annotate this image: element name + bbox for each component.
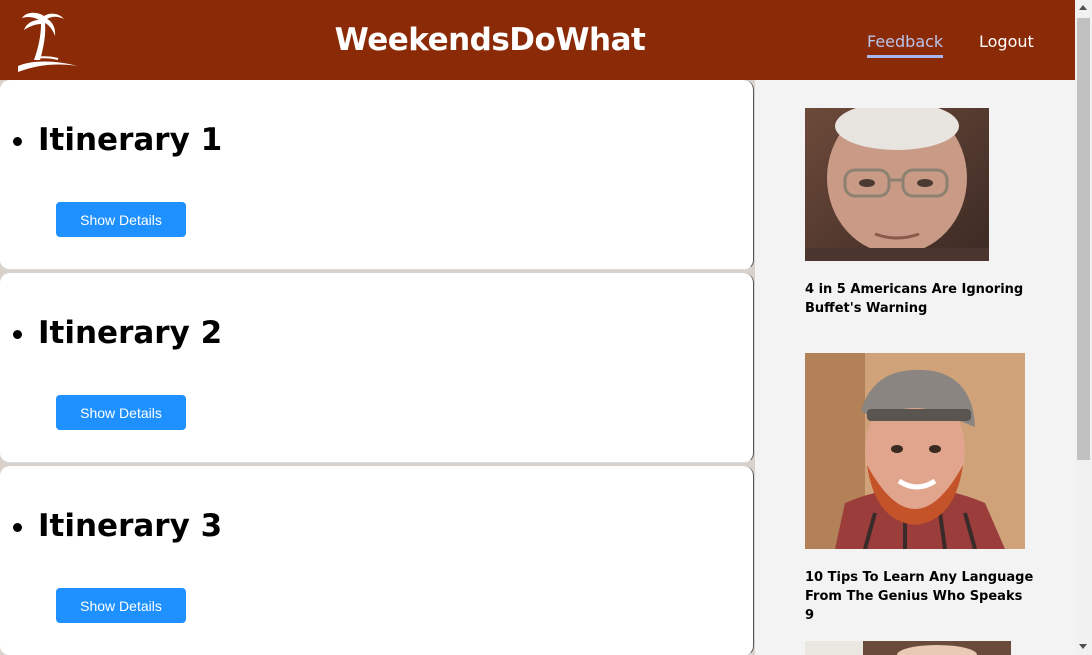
scroll-up-arrow-icon[interactable] <box>1079 5 1087 10</box>
ad-image-elderly-man[interactable] <box>805 108 989 261</box>
logout-link[interactable]: Logout <box>979 32 1034 51</box>
ad-headline-link[interactable]: 10 Tips To Learn Any Language From The G… <box>805 568 1035 625</box>
feedback-link[interactable]: Feedback <box>867 32 944 58</box>
sponsored-sidebar: 4 in 5 Americans Are Ignoring Buffet's W… <box>755 80 1075 655</box>
itinerary-card: Itinerary 1 Show Details <box>0 80 754 270</box>
ad-image-partial[interactable] <box>805 641 1011 655</box>
itinerary-card: Itinerary 3 Show Details <box>0 466 754 655</box>
itinerary-title: Itinerary 1 <box>38 122 222 158</box>
page-scrollbar[interactable] <box>1075 0 1092 655</box>
ad-headline-link[interactable]: 4 in 5 Americans Are Ignoring Buffet's W… <box>805 280 1035 318</box>
show-details-button[interactable]: Show Details <box>56 202 186 237</box>
itinerary-title: Itinerary 3 <box>38 508 222 544</box>
top-nav-bar: WeekendsDoWhat Feedback Logout <box>0 0 1075 80</box>
itinerary-card: Itinerary 2 Show Details <box>0 273 754 463</box>
palm-tree-logo-icon[interactable] <box>14 6 82 74</box>
ad-image-bearded-man[interactable] <box>805 353 1025 549</box>
scrollbar-thumb[interactable] <box>1077 18 1090 460</box>
itinerary-list: Itinerary 1 Show Details Itinerary 2 Sho… <box>0 80 755 655</box>
itinerary-title: Itinerary 2 <box>38 315 222 351</box>
scroll-down-arrow-icon[interactable] <box>1079 644 1087 649</box>
show-details-button[interactable]: Show Details <box>56 588 186 623</box>
site-title: WeekendsDoWhat <box>334 22 646 58</box>
show-details-button[interactable]: Show Details <box>56 395 186 430</box>
